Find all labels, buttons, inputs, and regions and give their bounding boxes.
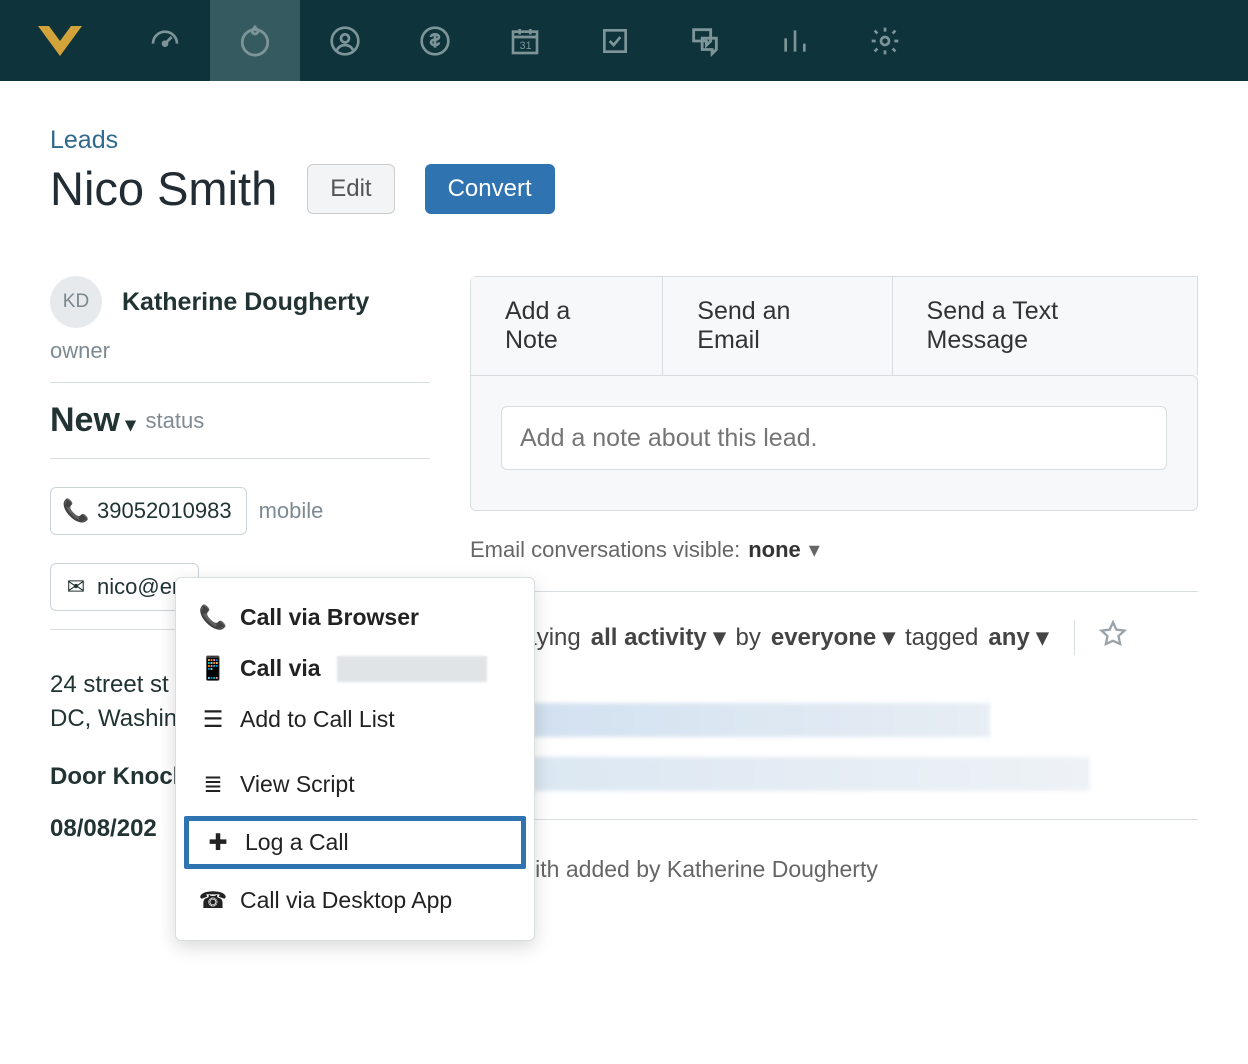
dd-call-desktop[interactable]: ☎ Call via Desktop App bbox=[176, 875, 534, 926]
nav-dashboard[interactable] bbox=[120, 0, 210, 81]
star-icon bbox=[1099, 620, 1127, 648]
page-title: Nico Smith bbox=[50, 161, 277, 216]
nav-contacts[interactable] bbox=[300, 0, 390, 81]
breadcrumb[interactable]: Leads bbox=[50, 126, 1198, 155]
dd-log-call[interactable]: ✚ Log a Call bbox=[184, 816, 526, 869]
filter-by-label: by bbox=[736, 624, 761, 652]
list-icon: ☰ bbox=[202, 706, 224, 733]
plus-icon: ✚ bbox=[207, 829, 229, 856]
edit-button[interactable]: Edit bbox=[307, 164, 394, 214]
caret-down-icon: ▾ bbox=[120, 414, 136, 436]
dd-call-browser[interactable]: 📞 Call via Browser bbox=[176, 592, 534, 643]
script-icon: ≣ bbox=[202, 771, 224, 798]
email-value: nico@en bbox=[97, 574, 184, 600]
avatar: KD bbox=[50, 276, 102, 328]
mobile-icon: 📱 bbox=[202, 655, 224, 682]
dollar-icon bbox=[419, 25, 451, 57]
svg-text:31: 31 bbox=[520, 40, 532, 52]
dd-label: Call via Desktop App bbox=[240, 887, 452, 914]
dd-label: Call via bbox=[240, 655, 321, 682]
nav-leads[interactable] bbox=[210, 0, 300, 81]
target-icon bbox=[238, 24, 272, 58]
dd-label: Log a Call bbox=[245, 829, 349, 856]
person-icon bbox=[329, 25, 361, 57]
activity-item-redacted bbox=[470, 757, 1090, 791]
activity-item-redacted bbox=[470, 703, 990, 737]
dd-label: View Script bbox=[240, 771, 355, 798]
activity-tabs: Add a Note Send an Email Send a Text Mes… bbox=[470, 276, 1198, 375]
filter-tagged-label: tagged bbox=[905, 624, 978, 652]
nav-reports[interactable] bbox=[750, 0, 840, 81]
nav-calendar[interactable]: 31 bbox=[480, 0, 570, 81]
right-panel: Add a Note Send an Email Send a Text Mes… bbox=[470, 276, 1198, 883]
dd-label: Add to Call List bbox=[240, 706, 395, 733]
divider bbox=[470, 591, 1198, 592]
filter-tag[interactable]: any ▾ bbox=[988, 623, 1048, 652]
top-nav: 31 bbox=[0, 0, 1248, 81]
bar-chart-icon bbox=[779, 25, 811, 57]
phone-chip[interactable]: 📞 39052010983 bbox=[50, 487, 247, 535]
dd-view-script[interactable]: ≣ View Script bbox=[176, 759, 534, 810]
nav-tasks[interactable] bbox=[570, 0, 660, 81]
caret-down-icon: ▾ bbox=[809, 537, 820, 563]
chat-icon bbox=[688, 24, 722, 58]
note-input[interactable] bbox=[501, 406, 1167, 470]
activity-list bbox=[470, 703, 1198, 791]
tab-add-note[interactable]: Add a Note bbox=[471, 277, 663, 375]
calendar-icon: 31 bbox=[509, 25, 541, 57]
nav-inbox[interactable] bbox=[660, 0, 750, 81]
owner-label: owner bbox=[50, 338, 430, 364]
status-label: status bbox=[146, 408, 205, 434]
phone-icon: 📞 bbox=[65, 498, 87, 524]
tab-send-email[interactable]: Send an Email bbox=[663, 277, 892, 375]
redacted bbox=[337, 656, 487, 682]
phone-icon: 📞 bbox=[202, 604, 224, 631]
filter-user[interactable]: everyone ▾ bbox=[771, 623, 895, 652]
phone-label: mobile bbox=[259, 498, 324, 524]
email-vis-label: Email conversations visible: bbox=[470, 537, 740, 563]
check-square-icon bbox=[599, 25, 631, 57]
divider bbox=[470, 819, 1198, 820]
dd-add-call-list[interactable]: ☰ Add to Call List bbox=[176, 694, 534, 745]
envelope-icon: ✉ bbox=[65, 574, 87, 600]
gauge-icon bbox=[149, 25, 181, 57]
dd-call-via[interactable]: 📱 Call via bbox=[176, 643, 534, 694]
activity-filter-row: Displaying all activity ▾ by everyone ▾ … bbox=[470, 620, 1198, 655]
email-visibility-row[interactable]: Email conversations visible: none ▾ bbox=[470, 537, 1198, 563]
tab-send-text[interactable]: Send a Text Message bbox=[893, 277, 1197, 375]
status-value: New bbox=[50, 401, 120, 439]
email-vis-value: none bbox=[748, 537, 801, 563]
divider bbox=[50, 458, 430, 459]
filter-activity[interactable]: all activity ▾ bbox=[591, 623, 726, 652]
call-dropdown: 📞 Call via Browser 📱 Call via ☰ Add to C… bbox=[175, 577, 535, 941]
history-entry: co Smith added by Katherine Dougherty bbox=[470, 856, 1198, 883]
dd-label: Call via Browser bbox=[240, 604, 419, 631]
divider bbox=[50, 382, 430, 383]
star-button[interactable] bbox=[1074, 620, 1127, 655]
status-dropdown[interactable]: New ▾ bbox=[50, 401, 136, 440]
nav-settings[interactable] bbox=[840, 0, 930, 81]
convert-button[interactable]: Convert bbox=[425, 164, 555, 214]
logo[interactable] bbox=[0, 26, 120, 56]
nav-deals[interactable] bbox=[390, 0, 480, 81]
desktop-phone-icon: ☎ bbox=[202, 887, 224, 914]
note-panel bbox=[470, 375, 1198, 511]
owner-name: Katherine Dougherty bbox=[122, 288, 369, 317]
phone-number: 39052010983 bbox=[97, 498, 232, 524]
gear-icon bbox=[869, 25, 901, 57]
